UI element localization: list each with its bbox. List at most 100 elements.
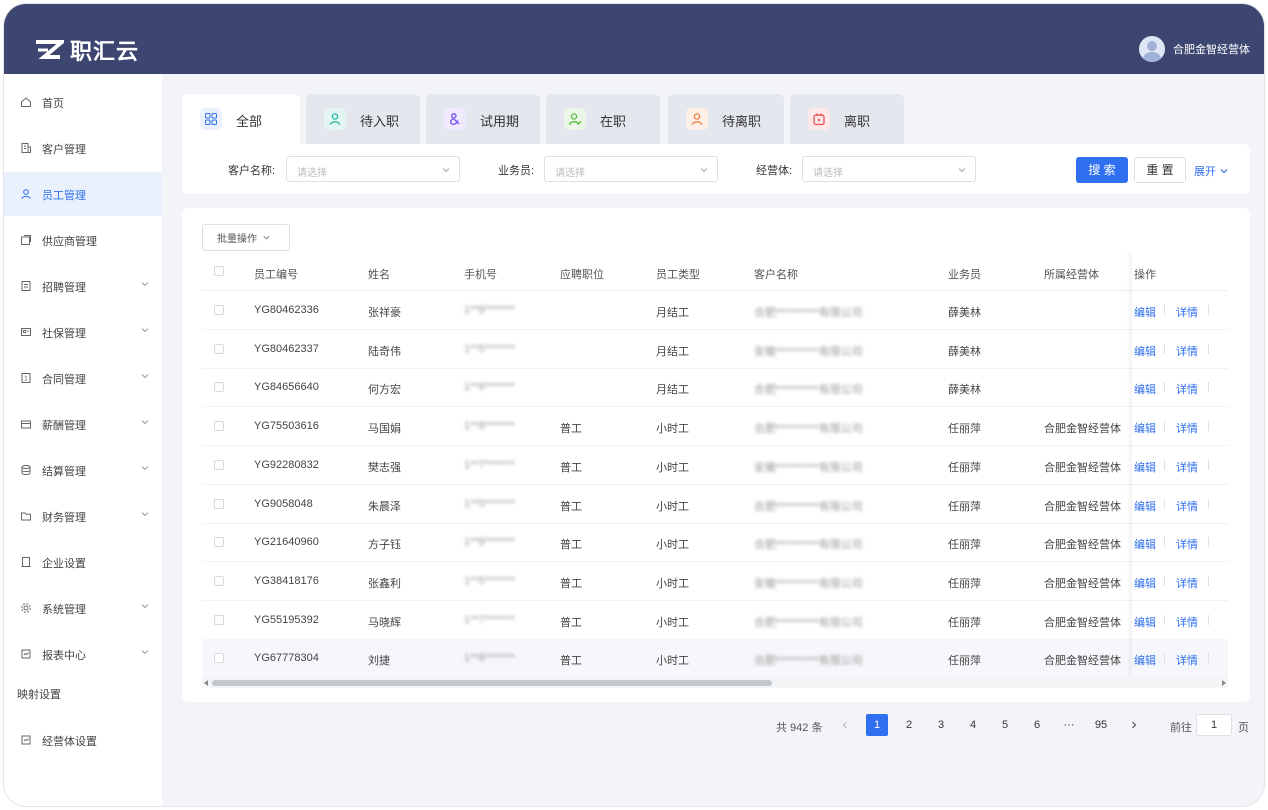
tab-2[interactable]: 试用期 bbox=[426, 94, 540, 144]
chevron-down-icon bbox=[140, 371, 150, 381]
detail-link[interactable]: 详情 bbox=[1176, 381, 1198, 397]
page-button[interactable]: 6 bbox=[1026, 714, 1048, 736]
prev-page-button[interactable] bbox=[834, 714, 856, 736]
edit-link[interactable]: 编辑 bbox=[1134, 614, 1156, 630]
sidebar-item-8[interactable]: 结算管理 bbox=[4, 448, 162, 492]
user-name: 合肥金智经营体 bbox=[1173, 44, 1250, 56]
cell-entity: 合肥金智经营体 bbox=[1044, 423, 1121, 436]
sidebar-item-5[interactable]: 社保管理 bbox=[4, 310, 162, 354]
tab-4[interactable]: 待离职 bbox=[668, 94, 784, 144]
header-name[interactable]: 姓名 bbox=[368, 266, 390, 282]
table-row: YG75503616 马国娟 1**8******* 普工 小时工 合肥****… bbox=[202, 407, 1228, 447]
entity-select[interactable]: 请选择 bbox=[802, 156, 976, 182]
tab-0[interactable]: 全部 bbox=[182, 94, 300, 144]
detail-link[interactable]: 详情 bbox=[1176, 343, 1198, 359]
sidebar-item-3[interactable]: 供应商管理 bbox=[4, 218, 162, 262]
user-menu[interactable]: 合肥金智经营体 bbox=[1139, 36, 1250, 62]
scroll-thumb[interactable] bbox=[212, 680, 772, 686]
cell-sales: 任丽萍 bbox=[948, 577, 981, 590]
edit-link[interactable]: 编辑 bbox=[1134, 536, 1156, 552]
brand-logo[interactable]: 职汇云 bbox=[34, 34, 139, 66]
page-button[interactable]: 3 bbox=[930, 714, 952, 736]
sidebar-item-7[interactable]: 薪酬管理 bbox=[4, 402, 162, 446]
header-entity[interactable]: 所属经营体 bbox=[1044, 266, 1099, 282]
row-checkbox[interactable] bbox=[214, 537, 224, 548]
cell-customer: 安徽**********有限公司 bbox=[754, 345, 863, 358]
detail-link[interactable]: 详情 bbox=[1176, 536, 1198, 552]
detail-link[interactable]: 详情 bbox=[1176, 304, 1198, 320]
row-checkbox[interactable] bbox=[214, 498, 224, 509]
edit-link[interactable]: 编辑 bbox=[1134, 575, 1156, 591]
sidebar-item-11[interactable]: 系统管理 bbox=[4, 586, 162, 630]
sidebar-item-10[interactable]: 企业设置 bbox=[4, 540, 162, 584]
detail-link[interactable]: 详情 bbox=[1176, 459, 1198, 475]
header-customer[interactable]: 客户名称 bbox=[754, 266, 798, 282]
header-emp-no[interactable]: 员工编号 bbox=[254, 266, 298, 282]
edit-link[interactable]: 编辑 bbox=[1134, 459, 1156, 475]
edit-link[interactable]: 编辑 bbox=[1134, 420, 1156, 436]
sidebar-item-2[interactable]: 员工管理 bbox=[4, 172, 162, 216]
row-checkbox[interactable] bbox=[214, 459, 224, 470]
sidebar-item-0[interactable]: 首页 bbox=[4, 80, 162, 124]
edit-link[interactable]: 编辑 bbox=[1134, 343, 1156, 359]
tab-3[interactable]: 在职 bbox=[546, 94, 660, 144]
page-button[interactable]: 4 bbox=[962, 714, 984, 736]
page-button[interactable]: 2 bbox=[898, 714, 920, 736]
salesperson-select[interactable]: 请选择 bbox=[544, 156, 718, 182]
next-page-button[interactable] bbox=[1123, 714, 1145, 736]
scroll-right-icon[interactable] bbox=[1222, 680, 1226, 686]
row-checkbox[interactable] bbox=[214, 653, 224, 664]
scroll-left-icon[interactable] bbox=[204, 680, 208, 686]
detail-link[interactable]: 详情 bbox=[1176, 575, 1198, 591]
row-checkbox[interactable] bbox=[214, 382, 224, 393]
row-checkbox[interactable] bbox=[214, 614, 224, 625]
page-button[interactable]: 95 bbox=[1090, 714, 1112, 736]
edit-link[interactable]: 编辑 bbox=[1134, 304, 1156, 320]
customer-select[interactable]: 请选择 bbox=[286, 156, 460, 182]
detail-link[interactable]: 详情 bbox=[1176, 420, 1198, 436]
row-checkbox[interactable] bbox=[214, 575, 224, 586]
sidebar-item-12[interactable]: 报表中心 bbox=[4, 632, 162, 676]
cell-customer: 合肥**********有限公司 bbox=[754, 307, 863, 319]
search-button[interactable]: 搜 索 bbox=[1076, 157, 1128, 183]
header-phone[interactable]: 手机号 bbox=[464, 266, 497, 282]
row-checkbox[interactable] bbox=[214, 343, 224, 354]
sidebar-item-1[interactable]: 客户管理 bbox=[4, 126, 162, 170]
sidebar-item-6[interactable]: 1 合同管理 bbox=[4, 356, 162, 400]
cell-sales: 薛美林 bbox=[948, 345, 981, 358]
goto-page-input[interactable]: 1 bbox=[1196, 714, 1232, 736]
expand-filters-link[interactable]: 展开 bbox=[1194, 163, 1229, 179]
detail-link[interactable]: 详情 bbox=[1176, 614, 1198, 630]
table-row: YG9058048 朱晨泽 1**5******* 普工 小时工 合肥*****… bbox=[202, 485, 1228, 524]
page-button[interactable]: 1 bbox=[866, 714, 888, 736]
reset-button[interactable]: 重 置 bbox=[1134, 157, 1186, 183]
cell-customer: 合肥**********有限公司 bbox=[754, 384, 863, 397]
cell-customer: 合肥**********有限公司 bbox=[754, 539, 863, 552]
horizontal-scrollbar[interactable] bbox=[202, 678, 1228, 688]
edit-link[interactable]: 编辑 bbox=[1134, 381, 1156, 397]
expand-label: 展开 bbox=[1194, 166, 1216, 178]
batch-actions-dropdown[interactable]: 批量操作 bbox=[202, 224, 290, 251]
brand-name: 职汇云 bbox=[70, 39, 140, 64]
sidebar-item-label: 报表中心 bbox=[42, 650, 86, 662]
edit-link[interactable]: 编辑 bbox=[1134, 652, 1156, 668]
detail-link[interactable]: 详情 bbox=[1176, 498, 1198, 514]
row-checkbox[interactable] bbox=[214, 421, 224, 432]
detail-link[interactable]: 详情 bbox=[1176, 652, 1198, 668]
tab-5[interactable]: 离职 bbox=[790, 94, 904, 144]
page-button[interactable]: ··· bbox=[1058, 714, 1080, 736]
avatar[interactable] bbox=[1139, 36, 1165, 62]
sidebar-item-entity-settings[interactable]: 经营体设置 bbox=[4, 718, 162, 762]
select-all-checkbox[interactable] bbox=[214, 266, 224, 276]
header-emp-type[interactable]: 员工类型 bbox=[656, 266, 700, 282]
row-checkbox[interactable] bbox=[214, 305, 224, 315]
header-sales[interactable]: 业务员 bbox=[948, 266, 981, 282]
table-row: YG67778304 刘捷 1**8******* 普工 小时工 合肥*****… bbox=[202, 639, 1228, 679]
sidebar-item-4[interactable]: 招聘管理 bbox=[4, 264, 162, 308]
page-button[interactable]: 5 bbox=[994, 714, 1016, 736]
tab-1[interactable]: 待入职 bbox=[306, 94, 420, 144]
table-row: YG92280832 樊志强 1**7******* 普工 小时工 安徽****… bbox=[202, 446, 1228, 485]
header-position[interactable]: 应聘职位 bbox=[560, 266, 604, 282]
sidebar-item-9[interactable]: 财务管理 bbox=[4, 494, 162, 538]
edit-link[interactable]: 编辑 bbox=[1134, 498, 1156, 514]
